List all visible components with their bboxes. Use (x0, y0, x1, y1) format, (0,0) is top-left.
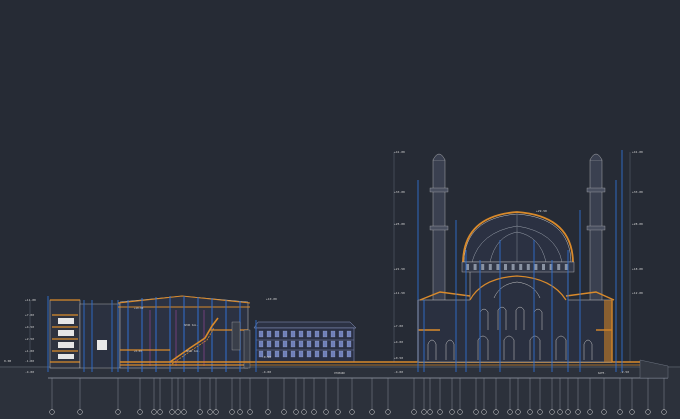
elev-label: +28.00 (632, 222, 643, 226)
elev-label: +0.50 (394, 356, 403, 360)
elev-label: -4.00 (262, 370, 271, 374)
mosque (417, 153, 615, 363)
elev-label: 0.00 (4, 359, 11, 363)
elev-label: +33.00 (632, 190, 643, 194)
room-label: SPOR SAL. (186, 349, 200, 353)
elev-label: +2.50 (25, 337, 34, 341)
elev-label: +25.00 (394, 222, 405, 226)
elev-label: -1.00 (25, 359, 34, 363)
left-building (49, 299, 121, 372)
elev-label: +10.00 (266, 297, 277, 301)
elev-label: +33.00 (394, 190, 405, 194)
section-drawing[interactable]: +41.00 +41.00 +33.00 +33.00 +25.00 +28.0… (0, 0, 680, 419)
cad-viewport[interactable]: +41.00 +41.00 +33.00 +33.00 +25.00 +28.0… (0, 0, 680, 419)
room-label: SPOR SAL. (184, 323, 198, 327)
elev-label: +4.50 (25, 325, 34, 329)
elev-label: -0.50 (262, 355, 271, 359)
elev-label: -4.00 (25, 370, 34, 374)
tag-label: +5.00 (134, 349, 142, 353)
elev-label: +41.00 (632, 150, 643, 154)
room-label: OTOPARK (334, 371, 345, 375)
elev-label: +7.00 (394, 324, 403, 328)
tag-label: +10.00 (134, 306, 144, 310)
elev-label: -2.50 (620, 370, 629, 374)
elev-label: +4.00 (394, 340, 403, 344)
elev-label: +11.50 (394, 291, 405, 295)
room-label: KAFE. (598, 371, 606, 375)
elev-label: +18.00 (632, 267, 643, 271)
elev-label: +41.00 (394, 150, 405, 154)
elev-label: +7.00 (25, 313, 34, 317)
elev-label: +21.50 (394, 267, 405, 271)
elev-label: +12.00 (632, 291, 643, 295)
elev-label: +29.50 (536, 209, 547, 213)
elev-label: +11.00 (25, 298, 36, 302)
elev-label: -4.00 (394, 370, 403, 374)
elev-label: +1.00 (25, 349, 34, 353)
